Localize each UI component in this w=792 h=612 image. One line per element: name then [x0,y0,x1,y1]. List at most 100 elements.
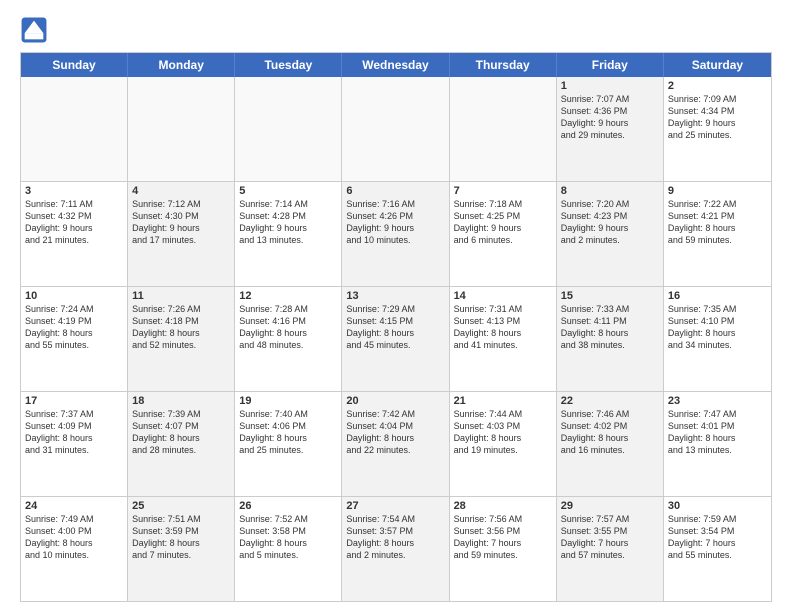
day-info: Sunrise: 7:56 AM Sunset: 3:56 PM Dayligh… [454,513,552,562]
calendar-row-3: 17Sunrise: 7:37 AM Sunset: 4:09 PM Dayli… [21,392,771,497]
day-number: 4 [132,185,230,197]
cal-cell-2-6: 16Sunrise: 7:35 AM Sunset: 4:10 PM Dayli… [664,287,771,391]
calendar-row-1: 3Sunrise: 7:11 AM Sunset: 4:32 PM Daylig… [21,182,771,287]
day-number: 20 [346,395,444,407]
header-day-saturday: Saturday [664,53,771,77]
day-info: Sunrise: 7:22 AM Sunset: 4:21 PM Dayligh… [668,198,767,247]
day-number: 1 [561,80,659,92]
day-info: Sunrise: 7:46 AM Sunset: 4:02 PM Dayligh… [561,408,659,457]
day-info: Sunrise: 7:37 AM Sunset: 4:09 PM Dayligh… [25,408,123,457]
cal-cell-4-1: 25Sunrise: 7:51 AM Sunset: 3:59 PM Dayli… [128,497,235,601]
day-info: Sunrise: 7:51 AM Sunset: 3:59 PM Dayligh… [132,513,230,562]
cal-cell-4-5: 29Sunrise: 7:57 AM Sunset: 3:55 PM Dayli… [557,497,664,601]
calendar-body: 1Sunrise: 7:07 AM Sunset: 4:36 PM Daylig… [21,77,771,601]
cal-cell-3-2: 19Sunrise: 7:40 AM Sunset: 4:06 PM Dayli… [235,392,342,496]
day-info: Sunrise: 7:52 AM Sunset: 3:58 PM Dayligh… [239,513,337,562]
cal-cell-0-6: 2Sunrise: 7:09 AM Sunset: 4:34 PM Daylig… [664,77,771,181]
cal-cell-0-2 [235,77,342,181]
cal-cell-2-5: 15Sunrise: 7:33 AM Sunset: 4:11 PM Dayli… [557,287,664,391]
day-info: Sunrise: 7:59 AM Sunset: 3:54 PM Dayligh… [668,513,767,562]
day-info: Sunrise: 7:28 AM Sunset: 4:16 PM Dayligh… [239,303,337,352]
cal-cell-1-4: 7Sunrise: 7:18 AM Sunset: 4:25 PM Daylig… [450,182,557,286]
day-number: 5 [239,185,337,197]
calendar-header: SundayMondayTuesdayWednesdayThursdayFrid… [21,53,771,77]
day-number: 21 [454,395,552,407]
cal-cell-3-3: 20Sunrise: 7:42 AM Sunset: 4:04 PM Dayli… [342,392,449,496]
day-number: 13 [346,290,444,302]
calendar-row-0: 1Sunrise: 7:07 AM Sunset: 4:36 PM Daylig… [21,77,771,182]
cal-cell-1-5: 8Sunrise: 7:20 AM Sunset: 4:23 PM Daylig… [557,182,664,286]
day-info: Sunrise: 7:47 AM Sunset: 4:01 PM Dayligh… [668,408,767,457]
cal-cell-4-4: 28Sunrise: 7:56 AM Sunset: 3:56 PM Dayli… [450,497,557,601]
header-day-sunday: Sunday [21,53,128,77]
day-info: Sunrise: 7:16 AM Sunset: 4:26 PM Dayligh… [346,198,444,247]
calendar-row-4: 24Sunrise: 7:49 AM Sunset: 4:00 PM Dayli… [21,497,771,601]
day-number: 7 [454,185,552,197]
day-info: Sunrise: 7:09 AM Sunset: 4:34 PM Dayligh… [668,93,767,142]
day-number: 2 [668,80,767,92]
day-info: Sunrise: 7:39 AM Sunset: 4:07 PM Dayligh… [132,408,230,457]
cal-cell-4-2: 26Sunrise: 7:52 AM Sunset: 3:58 PM Dayli… [235,497,342,601]
day-info: Sunrise: 7:11 AM Sunset: 4:32 PM Dayligh… [25,198,123,247]
day-number: 26 [239,500,337,512]
day-info: Sunrise: 7:14 AM Sunset: 4:28 PM Dayligh… [239,198,337,247]
day-number: 12 [239,290,337,302]
cal-cell-1-6: 9Sunrise: 7:22 AM Sunset: 4:21 PM Daylig… [664,182,771,286]
day-info: Sunrise: 7:18 AM Sunset: 4:25 PM Dayligh… [454,198,552,247]
cal-cell-1-1: 4Sunrise: 7:12 AM Sunset: 4:30 PM Daylig… [128,182,235,286]
cal-cell-1-0: 3Sunrise: 7:11 AM Sunset: 4:32 PM Daylig… [21,182,128,286]
day-number: 14 [454,290,552,302]
day-info: Sunrise: 7:12 AM Sunset: 4:30 PM Dayligh… [132,198,230,247]
cal-cell-0-0 [21,77,128,181]
cal-cell-0-1 [128,77,235,181]
day-info: Sunrise: 7:31 AM Sunset: 4:13 PM Dayligh… [454,303,552,352]
day-number: 19 [239,395,337,407]
page: SundayMondayTuesdayWednesdayThursdayFrid… [0,0,792,612]
cal-cell-2-3: 13Sunrise: 7:29 AM Sunset: 4:15 PM Dayli… [342,287,449,391]
day-number: 9 [668,185,767,197]
day-info: Sunrise: 7:29 AM Sunset: 4:15 PM Dayligh… [346,303,444,352]
day-number: 8 [561,185,659,197]
cal-cell-4-6: 30Sunrise: 7:59 AM Sunset: 3:54 PM Dayli… [664,497,771,601]
day-info: Sunrise: 7:42 AM Sunset: 4:04 PM Dayligh… [346,408,444,457]
cal-cell-3-0: 17Sunrise: 7:37 AM Sunset: 4:09 PM Dayli… [21,392,128,496]
header-day-monday: Monday [128,53,235,77]
cal-cell-3-6: 23Sunrise: 7:47 AM Sunset: 4:01 PM Dayli… [664,392,771,496]
cal-cell-2-2: 12Sunrise: 7:28 AM Sunset: 4:16 PM Dayli… [235,287,342,391]
cal-cell-2-0: 10Sunrise: 7:24 AM Sunset: 4:19 PM Dayli… [21,287,128,391]
header-day-wednesday: Wednesday [342,53,449,77]
header-day-tuesday: Tuesday [235,53,342,77]
day-info: Sunrise: 7:57 AM Sunset: 3:55 PM Dayligh… [561,513,659,562]
cal-cell-0-3 [342,77,449,181]
cal-cell-1-3: 6Sunrise: 7:16 AM Sunset: 4:26 PM Daylig… [342,182,449,286]
day-info: Sunrise: 7:49 AM Sunset: 4:00 PM Dayligh… [25,513,123,562]
cal-cell-4-3: 27Sunrise: 7:54 AM Sunset: 3:57 PM Dayli… [342,497,449,601]
day-info: Sunrise: 7:44 AM Sunset: 4:03 PM Dayligh… [454,408,552,457]
cal-cell-0-5: 1Sunrise: 7:07 AM Sunset: 4:36 PM Daylig… [557,77,664,181]
day-number: 10 [25,290,123,302]
day-number: 3 [25,185,123,197]
calendar-row-2: 10Sunrise: 7:24 AM Sunset: 4:19 PM Dayli… [21,287,771,392]
day-info: Sunrise: 7:07 AM Sunset: 4:36 PM Dayligh… [561,93,659,142]
day-number: 18 [132,395,230,407]
day-number: 23 [668,395,767,407]
cal-cell-0-4 [450,77,557,181]
cal-cell-2-1: 11Sunrise: 7:26 AM Sunset: 4:18 PM Dayli… [128,287,235,391]
day-number: 22 [561,395,659,407]
day-info: Sunrise: 7:20 AM Sunset: 4:23 PM Dayligh… [561,198,659,247]
logo-icon [20,16,48,44]
day-number: 17 [25,395,123,407]
day-number: 16 [668,290,767,302]
day-info: Sunrise: 7:24 AM Sunset: 4:19 PM Dayligh… [25,303,123,352]
cal-cell-3-5: 22Sunrise: 7:46 AM Sunset: 4:02 PM Dayli… [557,392,664,496]
logo [20,16,52,44]
cal-cell-3-4: 21Sunrise: 7:44 AM Sunset: 4:03 PM Dayli… [450,392,557,496]
day-number: 15 [561,290,659,302]
day-info: Sunrise: 7:54 AM Sunset: 3:57 PM Dayligh… [346,513,444,562]
day-info: Sunrise: 7:26 AM Sunset: 4:18 PM Dayligh… [132,303,230,352]
day-number: 27 [346,500,444,512]
day-number: 29 [561,500,659,512]
day-info: Sunrise: 7:40 AM Sunset: 4:06 PM Dayligh… [239,408,337,457]
day-number: 11 [132,290,230,302]
day-number: 30 [668,500,767,512]
